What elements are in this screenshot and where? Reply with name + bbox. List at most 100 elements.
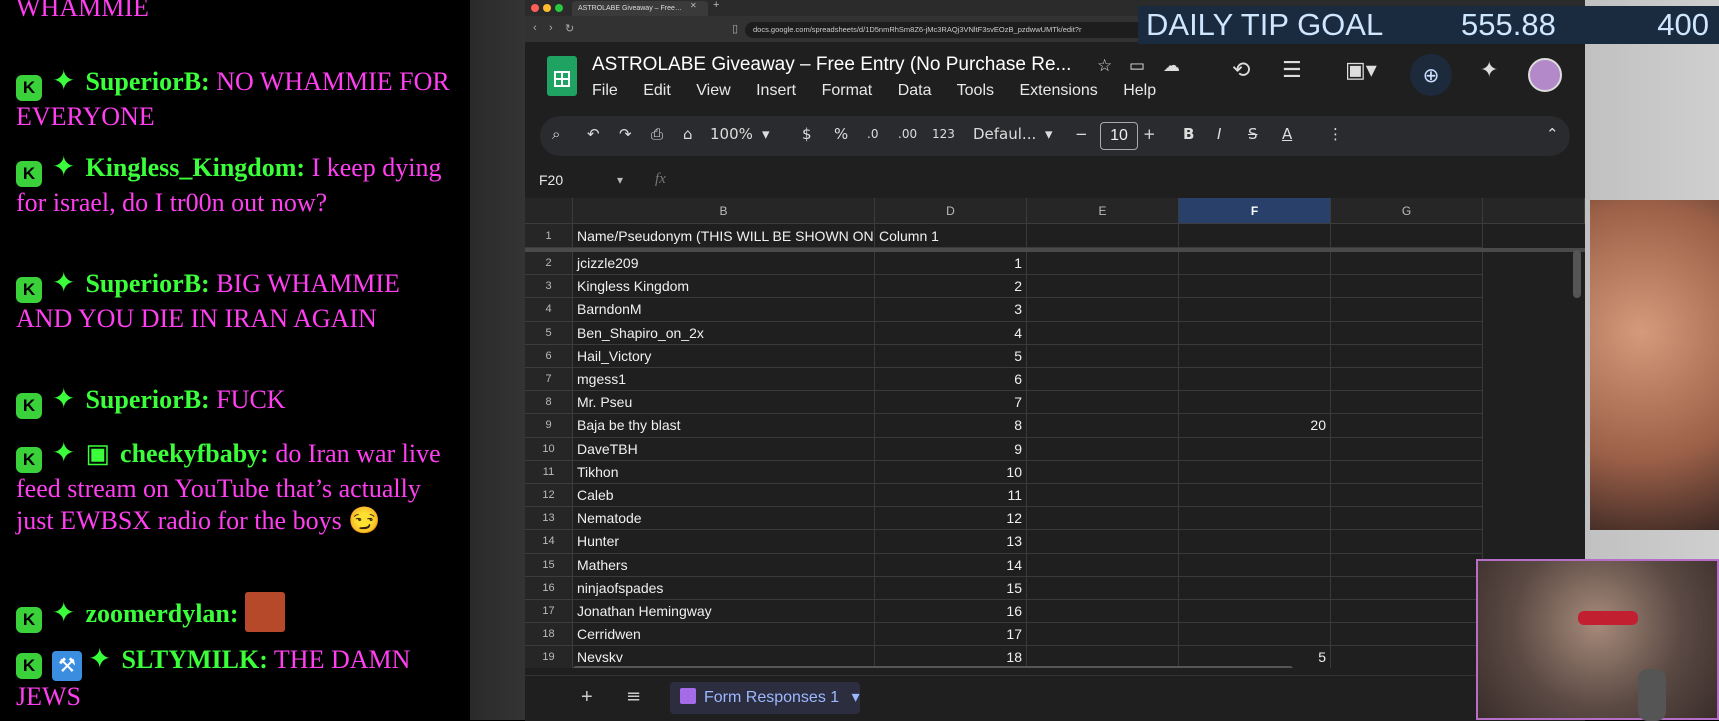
cell-e[interactable] [1027,391,1179,415]
row-header[interactable]: 9 [525,414,573,438]
cell-f[interactable] [1179,437,1331,461]
cell-b[interactable]: Mathers [573,553,875,577]
cell-b[interactable]: Hunter [573,530,875,554]
cell-b[interactable]: ninjaofspades [573,576,875,600]
cell-f[interactable] [1179,600,1331,624]
paint-format-icon[interactable]: ⌂ [683,125,693,143]
bold-icon[interactable]: B [1183,125,1194,143]
more-options-icon[interactable]: ⋮ [1328,125,1343,143]
back-icon[interactable]: ‹ [533,22,537,34]
cell-e[interactable] [1027,224,1179,248]
cell-d[interactable]: 18 [875,646,1027,668]
row-header[interactable]: 17 [525,600,573,624]
undo-icon[interactable]: ↶ [587,125,600,143]
cell-g[interactable] [1331,460,1483,484]
cell-d[interactable]: 16 [875,600,1027,624]
cell-g[interactable] [1331,484,1483,508]
cell-b[interactable]: BarndonM [573,298,875,322]
row-header[interactable]: 10 [525,437,573,461]
row-header[interactable]: 5 [525,321,573,345]
column-header-g[interactable]: G [1331,198,1483,224]
row-header[interactable]: 4 [525,298,573,322]
menu-file[interactable]: File [592,82,618,99]
cell-d[interactable]: 9 [875,437,1027,461]
row-header[interactable]: 14 [525,530,573,554]
cell-e[interactable] [1027,553,1179,577]
select-all-corner[interactable] [525,198,573,224]
cell-e[interactable] [1027,275,1179,299]
chevron-down-icon[interactable]: ▾ [762,125,770,143]
cell-d[interactable]: Column 1 [875,224,1027,248]
frozen-row-divider[interactable] [525,248,1585,252]
cell-d[interactable]: 13 [875,530,1027,554]
cell-f[interactable] [1179,321,1331,345]
font-size-input[interactable]: 10 [1100,122,1138,150]
cell-f[interactable] [1179,623,1331,647]
document-title[interactable]: ASTROLABE Giveaway – Free Entry (No Purc… [592,54,1071,76]
cell-e[interactable] [1027,460,1179,484]
cell-g[interactable] [1331,646,1483,668]
cell-e[interactable] [1027,484,1179,508]
bookmark-icon[interactable]: ▯ [732,22,738,35]
cell-g[interactable] [1331,275,1483,299]
cell-e[interactable] [1027,576,1179,600]
browser-tab[interactable]: ASTROLABE Giveaway – Free… [572,1,708,16]
cell-e[interactable] [1027,298,1179,322]
cell-f[interactable] [1179,298,1331,322]
row-header[interactable]: 12 [525,484,573,508]
row-header[interactable]: 8 [525,391,573,415]
cell-b[interactable]: Kingless Kingdom [573,275,875,299]
name-box[interactable]: F20 [539,172,563,188]
comments-icon[interactable]: ☰ [1282,58,1302,83]
cell-g[interactable] [1331,321,1483,345]
row-header[interactable]: 13 [525,507,573,531]
row-header[interactable]: 16 [525,576,573,600]
row-header[interactable]: 6 [525,344,573,368]
cell-g[interactable] [1331,224,1483,248]
zoom-select[interactable]: 100% [710,125,753,143]
new-tab-icon[interactable]: + [713,0,719,11]
vertical-scrollbar[interactable] [1573,250,1581,298]
chevron-down-icon[interactable]: ▾ [1045,125,1053,143]
row-header[interactable]: 19 [525,646,573,668]
row-header[interactable]: 11 [525,460,573,484]
reload-icon[interactable]: ↻ [565,22,574,35]
cell-g[interactable] [1331,298,1483,322]
decrease-decimal-button[interactable]: .0 [867,127,878,141]
cell-g[interactable] [1331,507,1483,531]
all-sheets-icon[interactable]: ≡ [626,686,641,707]
cell-d[interactable]: 7 [875,391,1027,415]
font-select[interactable]: Defaul... [973,125,1036,143]
cell-d[interactable]: 6 [875,368,1027,392]
row-header[interactable]: 2 [525,252,573,276]
cell-f[interactable] [1179,576,1331,600]
cell-b[interactable]: Caleb [573,484,875,508]
cell-f[interactable]: 5 [1179,646,1331,668]
cell-g[interactable] [1331,344,1483,368]
cell-f[interactable] [1179,507,1331,531]
cell-g[interactable] [1331,623,1483,647]
cell-e[interactable] [1027,530,1179,554]
cell-f[interactable] [1179,344,1331,368]
menu-data[interactable]: Data [898,82,932,99]
star-icon[interactable]: ☆ [1097,56,1112,76]
menu-edit[interactable]: Edit [643,82,671,99]
cell-d[interactable]: 1 [875,252,1027,276]
meet-icon[interactable]: ▣▾ [1345,58,1377,83]
row-header[interactable]: 15 [525,553,573,577]
horizontal-scrollbar[interactable] [573,666,1293,668]
text-color-icon[interactable]: A [1282,125,1292,143]
column-header-d[interactable]: D [875,198,1027,224]
cell-e[interactable] [1027,600,1179,624]
gemini-icon[interactable]: ✦ [1480,58,1498,83]
cell-b[interactable]: mgess1 [573,368,875,392]
increase-decimal-button[interactable]: .00 [898,127,917,141]
menu-help[interactable]: Help [1123,82,1156,99]
cell-f[interactable] [1179,530,1331,554]
add-sheet-icon[interactable]: + [581,686,593,709]
column-header-e[interactable]: E [1027,198,1179,224]
menu-view[interactable]: View [696,82,730,99]
cell-e[interactable] [1027,252,1179,276]
menu-extensions[interactable]: Extensions [1019,82,1097,99]
cell-b[interactable]: Jonathan Hemingway [573,600,875,624]
